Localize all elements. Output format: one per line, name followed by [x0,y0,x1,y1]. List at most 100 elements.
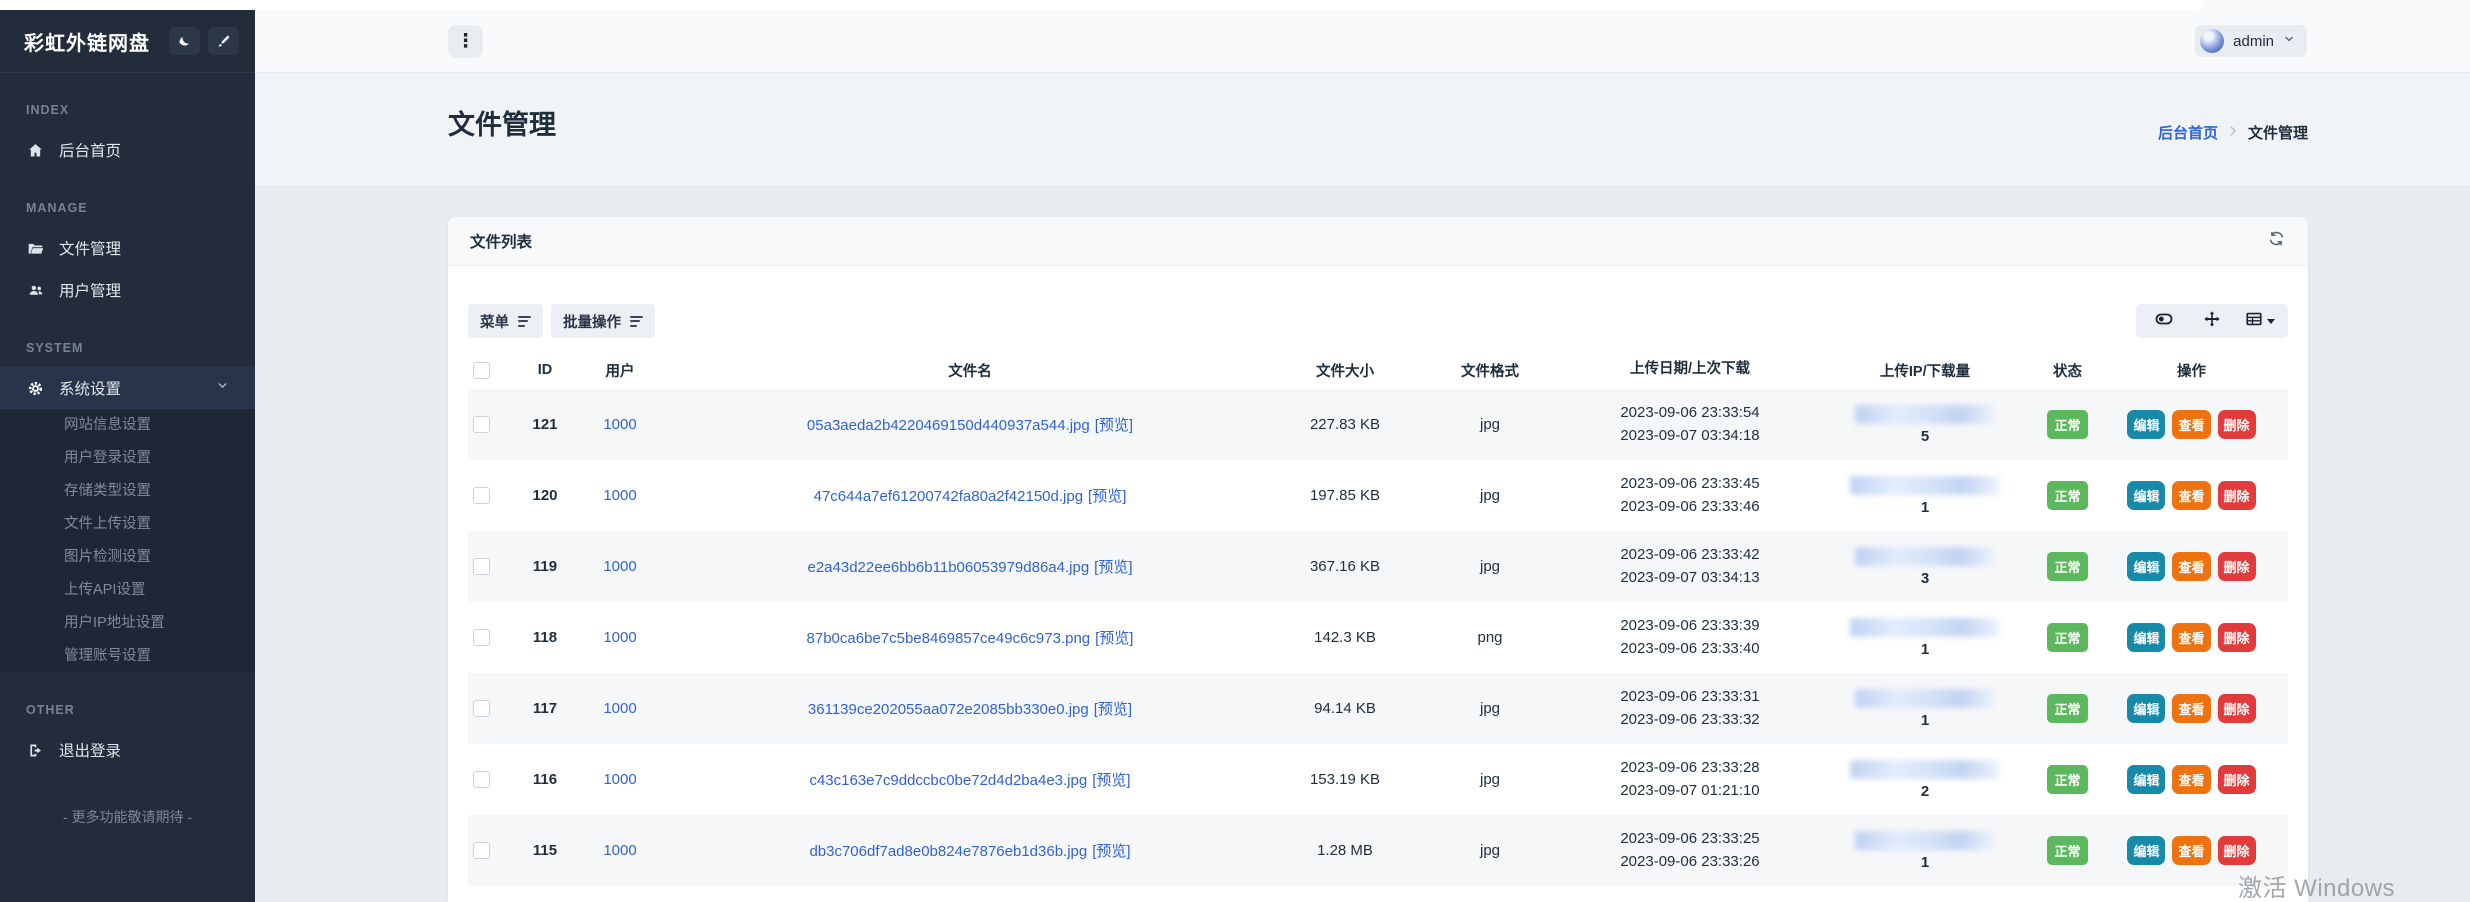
sidebar-subitem-storage-type[interactable]: 存储类型设置 [0,475,255,508]
preview-link[interactable]: [预览] [1092,843,1130,860]
edit-button[interactable]: 编辑 [2127,481,2165,510]
preview-link[interactable]: [预览] [1094,559,1132,576]
view-button[interactable]: 查看 [2172,481,2210,510]
edit-button[interactable]: 编辑 [2127,836,2165,865]
sidebar-item-file-manage[interactable]: 文件管理 [0,227,255,269]
user-link[interactable]: 1000 [603,629,636,646]
sidebar-section-system: SYSTEM [26,341,229,355]
user-link[interactable]: 1000 [603,558,636,575]
preview-link[interactable]: [预览] [1088,488,1126,505]
sidebar-subitem-admin-account[interactable]: 管理账号设置 [0,640,255,673]
ip-blurred [1850,476,2000,495]
delete-button[interactable]: 删除 [2218,765,2256,794]
row-checkbox[interactable] [473,771,490,788]
view-button[interactable]: 查看 [2172,765,2210,794]
preview-link[interactable]: [预览] [1092,772,1130,789]
collapse-menu-button[interactable]: ⋮ [448,25,483,58]
row-checkbox[interactable] [473,629,490,646]
breadcrumb: 后台首页 文件管理 [2158,122,2308,143]
menu-dropdown-button[interactable]: 菜单 [468,304,543,338]
delete-button[interactable]: 删除 [2218,481,2256,510]
refresh-button[interactable] [2267,229,2286,253]
file-list-card: 文件列表 菜单 批量操作 [448,217,2308,902]
select-all-checkbox[interactable] [473,362,490,379]
table-toolbar: 菜单 批量操作 [468,304,2288,338]
filename-link[interactable]: e2a43d22ee6bb6b11b06053979d86a4.jpg [807,559,1089,576]
row-checkbox[interactable] [473,416,490,433]
table-row: 120 1000 47c644a7ef61200742fa80a2f42150d… [468,460,2288,531]
filename-link[interactable]: 87b0ca6be7c5be8469857ce49c6c973.png [807,630,1091,647]
delete-button[interactable]: 删除 [2218,623,2256,652]
filename-link[interactable]: 05a3aeda2b4220469150d440937a544.jpg [807,417,1090,434]
table-header-row: ID 用户 文件名 文件大小 文件格式 上传日期/上次下载 上传IP/下载量 状… [468,351,2288,389]
sidebar-subitem-image-check[interactable]: 图片检测设置 [0,541,255,574]
user-link[interactable]: 1000 [603,416,636,433]
sidebar-section-index: INDEX [26,103,229,117]
sidebar-group-settings: 系统设置 网站信息设置 用户登录设置 存储类型设置 文件上传设置 图片检测设置 … [0,367,255,673]
preview-link[interactable]: [预览] [1095,417,1133,434]
ip-blurred [1850,760,2000,779]
status-badge: 正常 [2047,481,2087,510]
move-button[interactable] [2188,304,2236,338]
chevron-right-icon [2226,124,2240,142]
view-button[interactable]: 查看 [2172,694,2210,723]
edit-button[interactable]: 编辑 [2127,765,2165,794]
user-link[interactable]: 1000 [603,487,636,504]
edit-button[interactable]: 编辑 [2127,623,2165,652]
sidebar-subitem-upload-api[interactable]: 上传API设置 [0,574,255,607]
view-button[interactable]: 查看 [2172,836,2210,865]
sidebar-item-system-settings[interactable]: 系统设置 [0,367,255,409]
row-checkbox[interactable] [473,700,490,717]
edit-button[interactable]: 编辑 [2127,410,2165,439]
file-table: ID 用户 文件名 文件大小 文件格式 上传日期/上次下载 上传IP/下载量 状… [468,351,2288,886]
preview-link[interactable]: [预览] [1094,701,1132,718]
row-checkbox[interactable] [473,558,490,575]
sidebar-subitem-file-upload[interactable]: 文件上传设置 [0,508,255,541]
col-header-status: 状态 [2040,360,2095,381]
sidebar-logo-row: 彩虹外链网盘 [0,10,255,73]
filename-link[interactable]: 47c644a7ef61200742fa80a2f42150d.jpg [814,488,1083,505]
sidebar-subitem-site-info[interactable]: 网站信息设置 [0,409,255,442]
row-checkbox[interactable] [473,842,490,859]
filename-link[interactable]: c43c163e7c9ddccbc0be72d4d2ba4e3.jpg [809,772,1087,789]
user-menu[interactable]: admin [2195,25,2307,57]
moon-icon [177,34,192,49]
topbar: ⋮ admin [255,0,2470,73]
sidebar-item-dashboard[interactable]: 后台首页 [0,129,255,171]
user-name: admin [2233,33,2274,50]
filename-link[interactable]: db3c706df7ad8e0b824e7876eb1d36b.jpg [809,843,1087,860]
delete-button[interactable]: 删除 [2218,552,2256,581]
table-tools-group [2136,304,2288,338]
sidebar-item-user-manage[interactable]: 用户管理 [0,269,255,311]
breadcrumb-home-link[interactable]: 后台首页 [2158,122,2218,143]
edit-button[interactable]: 编辑 [2127,552,2165,581]
view-button[interactable]: 查看 [2172,410,2210,439]
row-checkbox[interactable] [473,487,490,504]
preview-link[interactable]: [预览] [1095,630,1133,647]
col-header-id: ID [510,362,580,378]
delete-button[interactable]: 删除 [2218,694,2256,723]
view-button[interactable]: 查看 [2172,623,2210,652]
filename-link[interactable]: 361139ce202055aa072e2085bb330e0.jpg [808,701,1089,718]
user-link[interactable]: 1000 [603,700,636,717]
user-link[interactable]: 1000 [603,842,636,859]
chevron-down-icon [2283,32,2295,50]
ip-blurred [1855,405,1995,424]
user-link[interactable]: 1000 [603,771,636,788]
edit-button[interactable]: 编辑 [2127,694,2165,723]
theme-dark-button[interactable] [169,27,200,55]
menu-lines-icon [630,316,643,327]
sidebar-item-logout[interactable]: 退出登录 [0,729,255,771]
batch-actions-button[interactable]: 批量操作 [551,304,655,338]
sidebar-subitem-user-ip[interactable]: 用户IP地址设置 [0,607,255,640]
delete-button[interactable]: 删除 [2218,836,2256,865]
export-table-button[interactable] [2236,304,2284,338]
toggle-columns-button[interactable] [2140,304,2188,338]
theme-brush-button[interactable] [208,27,239,55]
col-header-size: 文件大小 [1280,360,1410,381]
delete-button[interactable]: 删除 [2218,410,2256,439]
sidebar-subitem-user-login[interactable]: 用户登录设置 [0,442,255,475]
col-header-user: 用户 [580,360,660,381]
view-button[interactable]: 查看 [2172,552,2210,581]
card-title: 文件列表 [470,230,532,252]
